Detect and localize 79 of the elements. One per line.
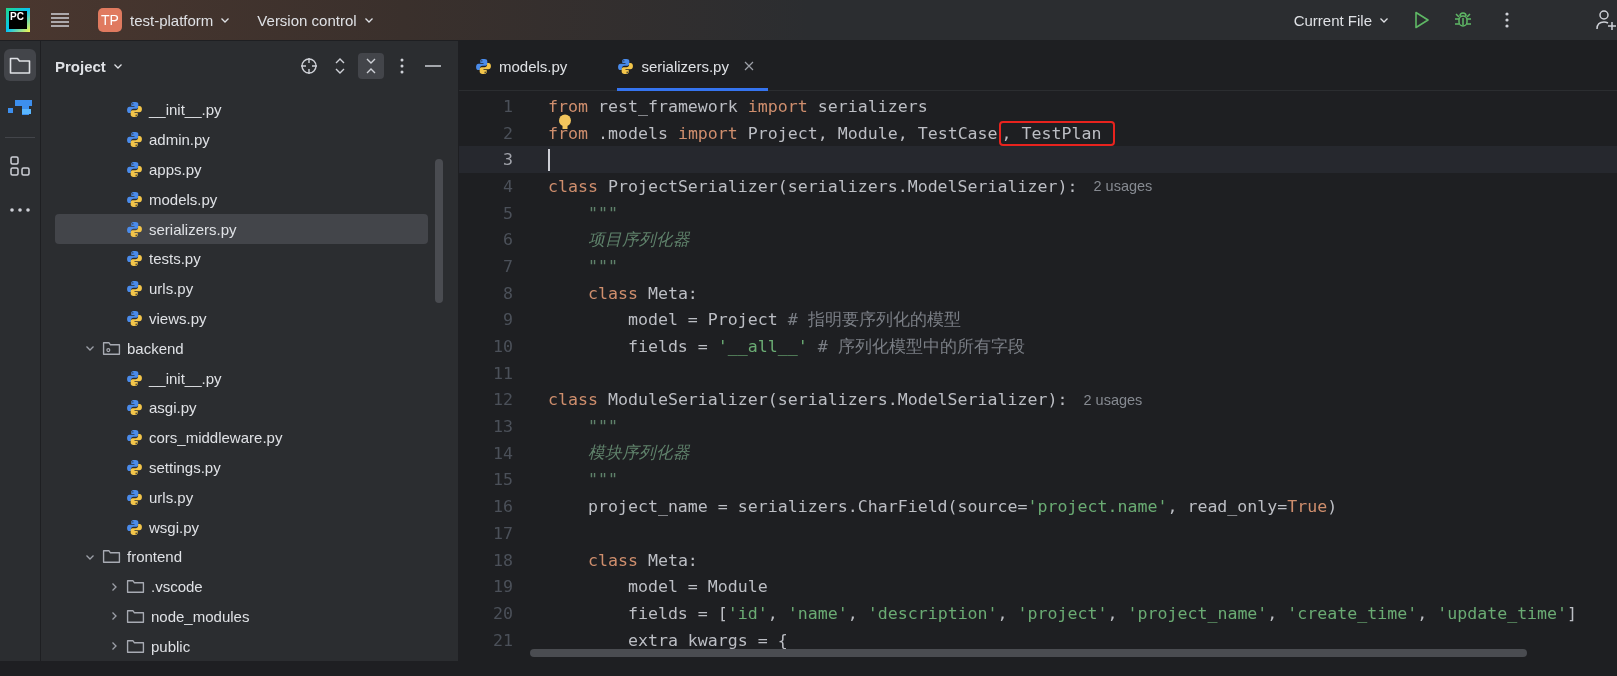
code-line: class Meta: xyxy=(586,550,698,570)
code-line: class ModuleSerializer(serializers.ModelSerializer): xyxy=(548,390,1068,410)
python-file-icon xyxy=(126,458,143,476)
tree-item[interactable]: views.py xyxy=(55,303,428,334)
tree-item[interactable]: models.py xyxy=(55,184,428,215)
tree-item[interactable]: apps.py xyxy=(55,154,428,185)
python-file-icon xyxy=(126,280,143,298)
project-badge: TP xyxy=(98,8,122,32)
bug-icon[interactable] xyxy=(1453,10,1473,30)
code-line: """ xyxy=(586,470,618,490)
highlight-frame: , TestPlan xyxy=(1001,123,1112,143)
code-line: 模块序列化器 xyxy=(586,442,690,465)
collapse-icon[interactable] xyxy=(358,53,384,79)
editor-tab[interactable]: models.py xyxy=(475,41,582,91)
folder-icon[interactable] xyxy=(4,49,36,81)
panel-title-dropdown[interactable]: Project xyxy=(55,57,124,75)
code-line: """ xyxy=(586,417,618,437)
code-line: """ xyxy=(586,256,618,276)
tree-item[interactable]: urls.py xyxy=(55,273,428,304)
tree-item[interactable]: admin.py xyxy=(55,124,428,155)
python-file-icon xyxy=(126,190,143,208)
python-file-icon xyxy=(126,220,143,238)
python-file-icon xyxy=(475,57,492,75)
vcs-dropdown[interactable]: Version control xyxy=(257,11,375,29)
project-switcher[interactable]: test-platform xyxy=(130,11,232,29)
tree-item[interactable]: asgi.py xyxy=(55,392,428,423)
code-line: from rest_framework import serializers xyxy=(548,96,928,116)
add-user-icon[interactable] xyxy=(1595,9,1617,31)
tree-item[interactable]: public xyxy=(55,631,428,662)
more-icon[interactable] xyxy=(1505,12,1509,28)
run-config-dropdown[interactable]: Current File xyxy=(1293,11,1390,29)
usages-hint[interactable]: 2 usages xyxy=(1093,178,1153,195)
tree-item[interactable]: cors_middleware.py xyxy=(55,422,428,453)
tree-item[interactable]: __init__.py xyxy=(55,363,428,393)
app-logo: PC xyxy=(6,8,30,32)
python-file-icon xyxy=(126,488,143,506)
folder-icon xyxy=(102,548,121,566)
folder-icon xyxy=(126,578,145,596)
code-line: model = Project # 指明要序列化的模型 xyxy=(626,308,961,331)
code-line: 项目序列化器 xyxy=(586,228,690,251)
python-file-icon xyxy=(126,101,143,119)
python-file-icon xyxy=(126,369,143,387)
python-file-icon xyxy=(126,429,143,447)
code-line: class ProjectSerializer(serializers.ModelSerializer): xyxy=(548,176,1078,196)
python-file-icon xyxy=(126,399,143,417)
folder-icon xyxy=(126,607,145,625)
tree-item[interactable]: frontend xyxy=(55,541,428,572)
code-line: fields = ['id', 'name', 'description', 'project', 'project_name', 'create_time', 'update_time'] xyxy=(626,603,1578,623)
horizontal-scrollbar[interactable] xyxy=(530,649,1527,658)
folder-icon xyxy=(126,637,145,655)
python-file-icon xyxy=(126,131,143,149)
run-icon[interactable] xyxy=(1414,11,1430,29)
package-folder-icon xyxy=(102,339,121,357)
tree-item[interactable]: __init__.py xyxy=(55,95,428,125)
scrollbar[interactable] xyxy=(435,159,443,303)
close-icon[interactable] xyxy=(743,61,754,71)
code-line: fields = '__all__' # 序列化模型中的所有字段 xyxy=(626,335,1025,358)
code-line: """ xyxy=(586,203,618,223)
usages-hint[interactable]: 2 usages xyxy=(1083,391,1143,408)
tree-item[interactable]: tests.py xyxy=(55,244,428,274)
menu-icon[interactable] xyxy=(50,12,70,28)
tree-item[interactable]: urls.py xyxy=(55,482,428,513)
code-line: from .models import Project, Module, TestCase xyxy=(548,123,998,143)
tree-item[interactable]: .vscode xyxy=(55,571,428,602)
code-line: extra_kwargs = { xyxy=(626,630,788,650)
tree-item[interactable]: wsgi.py xyxy=(55,512,428,542)
code-line: model = Module xyxy=(626,577,768,597)
tree-item[interactable]: node_modules xyxy=(55,601,428,632)
python-file-icon xyxy=(126,518,143,536)
tree-item[interactable]: serializers.py xyxy=(55,214,428,244)
python-file-icon xyxy=(126,309,143,327)
python-file-icon xyxy=(126,250,143,268)
python-file-icon xyxy=(126,161,143,178)
line-number: 3 xyxy=(502,150,513,170)
code-line: project_name = serializers.CharField(source='project.name', read_only=True) xyxy=(586,497,1338,517)
code-line: class Meta: xyxy=(586,283,698,303)
tree-item[interactable]: settings.py xyxy=(55,452,428,483)
tree-item[interactable]: backend xyxy=(55,333,428,364)
python-file-icon xyxy=(617,57,635,75)
